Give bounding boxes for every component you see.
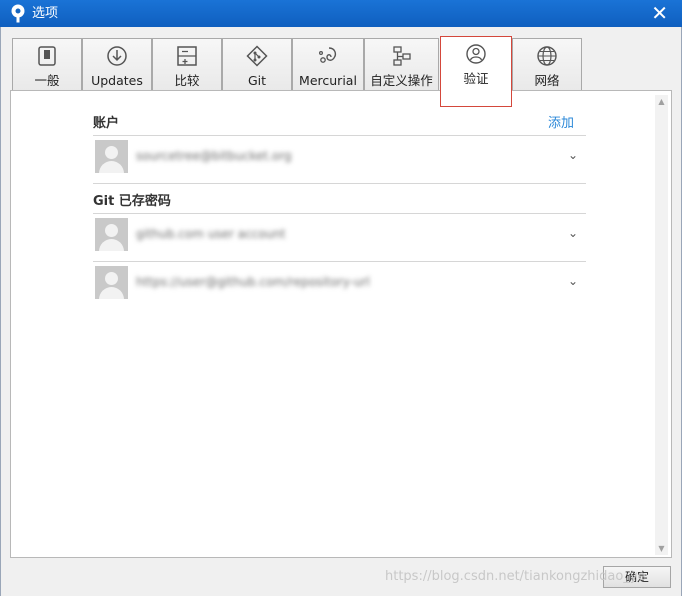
tab-label: 一般 — [34, 73, 60, 88]
compare-icon — [177, 46, 197, 66]
add-account-link[interactable]: 添加 — [548, 115, 574, 133]
accounts-section-title: 账户 — [93, 116, 120, 131]
tab-label: Updates — [91, 73, 143, 88]
avatar — [95, 266, 128, 299]
download-circle-icon — [107, 46, 127, 66]
git-password-row[interactable]: https://user@github.com/repository-url ⌄ — [93, 262, 586, 309]
window-border-left — [0, 27, 1, 596]
scroll-down-icon[interactable]: ▼ — [655, 542, 668, 555]
globe-icon — [537, 46, 557, 66]
tab-label: Git — [247, 73, 267, 88]
authentication-panel: 账户 添加 sourcetree@bitbucket.org ⌄ Git 已存密… — [10, 90, 672, 558]
chevron-down-icon[interactable]: ⌄ — [568, 274, 578, 288]
accounts-section-header: 账户 添加 — [93, 115, 586, 136]
switch-icon — [38, 46, 56, 66]
tab-general[interactable]: 一般 — [12, 38, 82, 90]
chevron-down-icon[interactable]: ⌄ — [568, 148, 578, 162]
vertical-scrollbar[interactable]: ▲ ▼ — [655, 95, 668, 555]
tab-compare[interactable]: 比较 — [152, 38, 222, 90]
watermark-text: https://blog.csdn.net/tiankongzhidao_ye — [385, 569, 646, 584]
tab-git[interactable]: Git — [222, 38, 292, 90]
git-password-entry: github.com user account — [136, 227, 286, 241]
account-email: sourcetree@bitbucket.org — [136, 149, 292, 163]
chevron-down-icon[interactable]: ⌄ — [568, 226, 578, 240]
tab-updates[interactable]: Updates — [82, 38, 152, 90]
avatar — [95, 218, 128, 251]
tab-authentication[interactable]: 验证 — [440, 36, 512, 107]
tab-label: 验证 — [463, 71, 489, 86]
git-password-row[interactable]: github.com user account ⌄ — [93, 214, 586, 262]
tab-label: 比较 — [174, 73, 200, 88]
tab-label: 自定义操作 — [370, 73, 433, 88]
scroll-up-icon[interactable]: ▲ — [655, 95, 668, 108]
tab-label: Mercurial — [299, 73, 357, 88]
git-passwords-section-title: Git 已存密码 — [93, 194, 171, 209]
close-icon[interactable]: ✕ — [651, 2, 668, 24]
git-icon — [246, 45, 268, 67]
mercurial-icon — [318, 47, 337, 63]
custom-actions-icon — [392, 46, 411, 66]
git-passwords-section-header: Git 已存密码 — [93, 193, 586, 214]
tab-mercurial[interactable]: Mercurial — [292, 38, 364, 90]
git-password-entry: https://user@github.com/repository-url — [136, 275, 370, 289]
sourcetree-logo-icon — [11, 4, 25, 23]
account-row[interactable]: sourcetree@bitbucket.org ⌄ — [93, 136, 586, 184]
avatar — [95, 140, 128, 173]
user-circle-icon — [466, 44, 486, 64]
tab-network[interactable]: 网络 — [512, 38, 582, 90]
window-title: 选项 — [32, 6, 59, 21]
title-bar: 选项 ✕ — [0, 0, 682, 27]
tab-custom-actions[interactable]: 自定义操作 — [364, 38, 439, 90]
tab-label: 网络 — [534, 73, 560, 88]
